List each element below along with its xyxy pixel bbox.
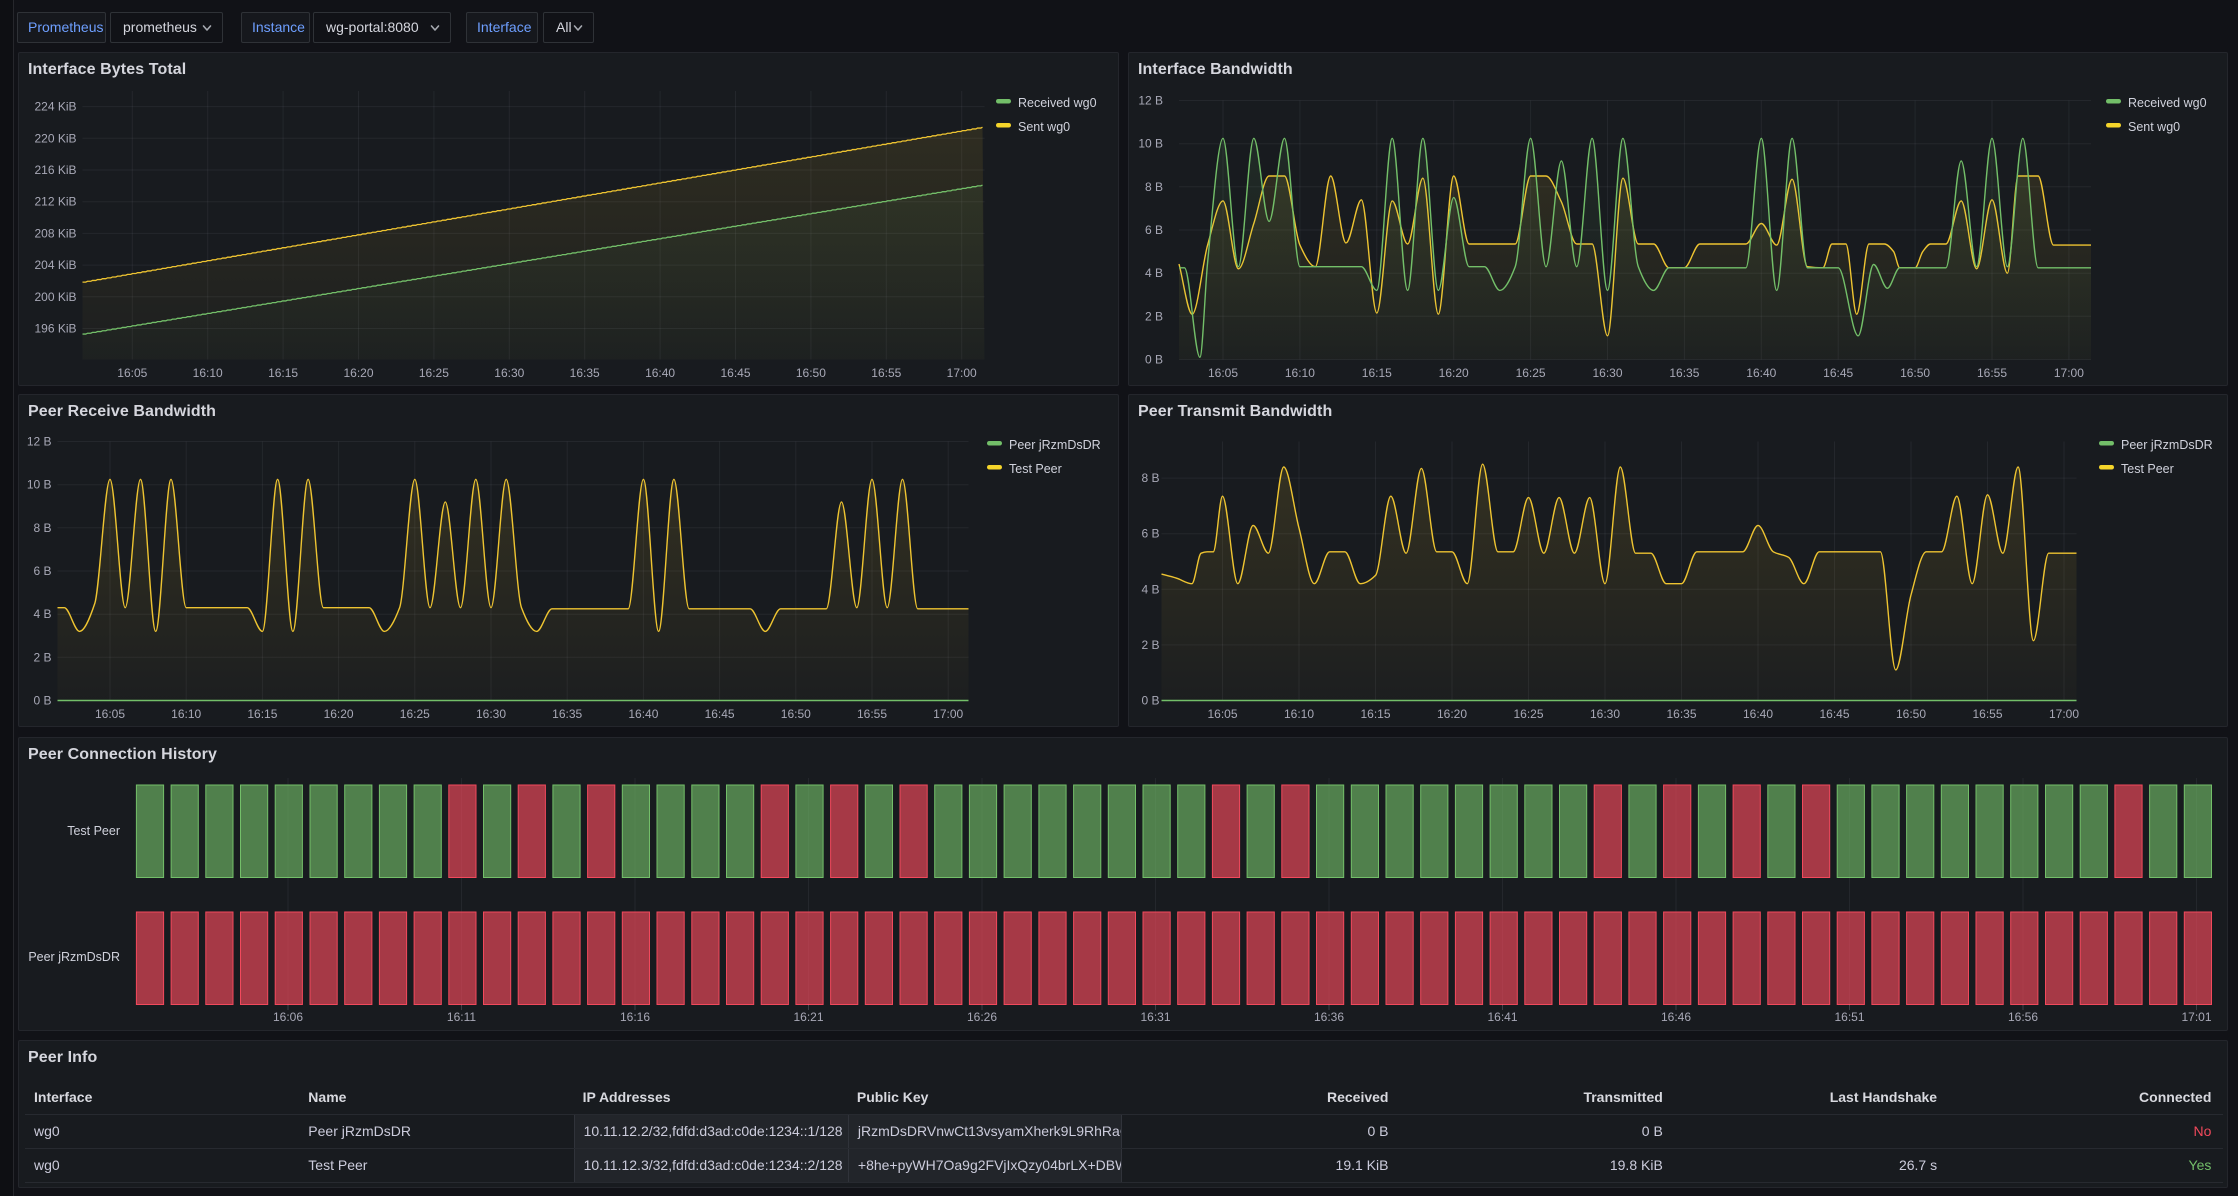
svg-text:17:00: 17:00 <box>947 366 977 380</box>
svg-text:16:15: 16:15 <box>268 366 298 380</box>
svg-text:16:16: 16:16 <box>620 1010 650 1024</box>
svg-text:16:25: 16:25 <box>419 366 449 380</box>
svg-text:220 KiB: 220 KiB <box>34 131 76 145</box>
svg-text:16:10: 16:10 <box>1285 366 1315 380</box>
svg-text:16:45: 16:45 <box>705 707 735 721</box>
svg-text:16:05: 16:05 <box>95 707 125 721</box>
svg-text:16:15: 16:15 <box>247 707 277 721</box>
svg-text:17:00: 17:00 <box>933 707 963 721</box>
svg-text:16:06: 16:06 <box>273 1010 303 1024</box>
svg-text:4 B: 4 B <box>1141 582 1159 596</box>
svg-text:16:20: 16:20 <box>324 707 354 721</box>
svg-text:16:26: 16:26 <box>967 1010 997 1024</box>
svg-text:2 B: 2 B <box>33 650 51 664</box>
svg-text:17:00: 17:00 <box>2049 707 2079 721</box>
svg-text:Received wg0: Received wg0 <box>2128 96 2207 110</box>
svg-text:16:20: 16:20 <box>1437 707 1467 721</box>
svg-text:16:41: 16:41 <box>1487 1010 1517 1024</box>
svg-text:16:40: 16:40 <box>645 366 675 380</box>
svg-text:16:50: 16:50 <box>781 707 811 721</box>
svg-text:16:45: 16:45 <box>720 366 750 380</box>
svg-text:16:50: 16:50 <box>1900 366 1930 380</box>
svg-text:16:50: 16:50 <box>1896 707 1926 721</box>
svg-text:16:55: 16:55 <box>1972 707 2002 721</box>
svg-text:16:30: 16:30 <box>1590 707 1620 721</box>
svg-text:0 B: 0 B <box>1141 694 1159 708</box>
svg-text:16:05: 16:05 <box>1207 707 1237 721</box>
svg-text:16:36: 16:36 <box>1314 1010 1344 1024</box>
svg-text:16:05: 16:05 <box>1208 366 1238 380</box>
svg-text:16:11: 16:11 <box>447 1010 476 1024</box>
svg-text:16:15: 16:15 <box>1360 707 1390 721</box>
svg-text:16:35: 16:35 <box>1666 707 1696 721</box>
svg-text:16:05: 16:05 <box>117 366 147 380</box>
svg-text:17:01: 17:01 <box>2181 1010 2211 1024</box>
svg-text:16:20: 16:20 <box>1439 366 1469 380</box>
svg-text:6 B: 6 B <box>1141 527 1159 541</box>
svg-text:0 B: 0 B <box>33 694 51 708</box>
svg-text:8 B: 8 B <box>1145 180 1163 194</box>
svg-text:204 KiB: 204 KiB <box>34 258 76 272</box>
svg-text:Test Peer: Test Peer <box>1009 462 1062 476</box>
svg-text:16:40: 16:40 <box>1743 707 1773 721</box>
svg-text:Test Peer: Test Peer <box>67 824 120 838</box>
svg-text:Received wg0: Received wg0 <box>1018 96 1097 110</box>
svg-text:16:30: 16:30 <box>1592 366 1622 380</box>
svg-text:16:56: 16:56 <box>2008 1010 2038 1024</box>
svg-text:16:40: 16:40 <box>1746 366 1776 380</box>
svg-text:Peer jRzmDsDR: Peer jRzmDsDR <box>2121 438 2213 452</box>
svg-text:16:55: 16:55 <box>871 366 901 380</box>
svg-text:16:25: 16:25 <box>1513 707 1543 721</box>
svg-text:Sent wg0: Sent wg0 <box>1018 120 1070 134</box>
svg-text:196 KiB: 196 KiB <box>34 322 76 336</box>
svg-text:12 B: 12 B <box>1138 94 1163 108</box>
svg-text:8 B: 8 B <box>33 521 51 535</box>
svg-text:16:55: 16:55 <box>857 707 887 721</box>
svg-text:Sent wg0: Sent wg0 <box>2128 120 2180 134</box>
svg-text:16:55: 16:55 <box>1977 366 2007 380</box>
svg-text:8 B: 8 B <box>1141 471 1159 485</box>
svg-text:16:50: 16:50 <box>796 366 826 380</box>
svg-text:208 KiB: 208 KiB <box>34 226 76 240</box>
svg-text:12 B: 12 B <box>27 435 52 449</box>
svg-text:Test Peer: Test Peer <box>2121 462 2174 476</box>
svg-text:16:21: 16:21 <box>793 1010 823 1024</box>
svg-text:17:00: 17:00 <box>2054 366 2084 380</box>
svg-text:10 B: 10 B <box>1138 137 1163 151</box>
svg-text:6 B: 6 B <box>1145 223 1163 237</box>
svg-text:200 KiB: 200 KiB <box>34 290 76 304</box>
svg-text:16:15: 16:15 <box>1362 366 1392 380</box>
svg-text:10 B: 10 B <box>27 478 52 492</box>
svg-text:16:51: 16:51 <box>1834 1010 1864 1024</box>
svg-text:16:25: 16:25 <box>1516 366 1546 380</box>
svg-text:Peer jRzmDsDR: Peer jRzmDsDR <box>28 950 120 964</box>
svg-text:216 KiB: 216 KiB <box>34 163 76 177</box>
svg-text:16:31: 16:31 <box>1140 1010 1170 1024</box>
svg-text:16:45: 16:45 <box>1819 707 1849 721</box>
svg-text:6 B: 6 B <box>33 564 51 578</box>
svg-text:16:35: 16:35 <box>552 707 582 721</box>
svg-text:16:30: 16:30 <box>494 366 524 380</box>
svg-text:224 KiB: 224 KiB <box>34 100 76 114</box>
svg-text:16:40: 16:40 <box>628 707 658 721</box>
svg-text:2 B: 2 B <box>1141 638 1159 652</box>
svg-text:4 B: 4 B <box>1145 266 1163 280</box>
svg-text:16:35: 16:35 <box>1669 366 1699 380</box>
svg-text:16:20: 16:20 <box>343 366 373 380</box>
svg-text:16:10: 16:10 <box>193 366 223 380</box>
svg-text:16:30: 16:30 <box>476 707 506 721</box>
svg-text:212 KiB: 212 KiB <box>34 195 76 209</box>
svg-text:16:35: 16:35 <box>570 366 600 380</box>
svg-text:Peer jRzmDsDR: Peer jRzmDsDR <box>1009 438 1101 452</box>
svg-text:16:25: 16:25 <box>400 707 430 721</box>
svg-text:16:46: 16:46 <box>1661 1010 1691 1024</box>
svg-text:16:45: 16:45 <box>1823 366 1853 380</box>
svg-text:16:10: 16:10 <box>1284 707 1314 721</box>
svg-text:16:10: 16:10 <box>171 707 201 721</box>
svg-text:2 B: 2 B <box>1145 309 1163 323</box>
svg-text:0 B: 0 B <box>1145 353 1163 367</box>
svg-text:4 B: 4 B <box>33 607 51 621</box>
